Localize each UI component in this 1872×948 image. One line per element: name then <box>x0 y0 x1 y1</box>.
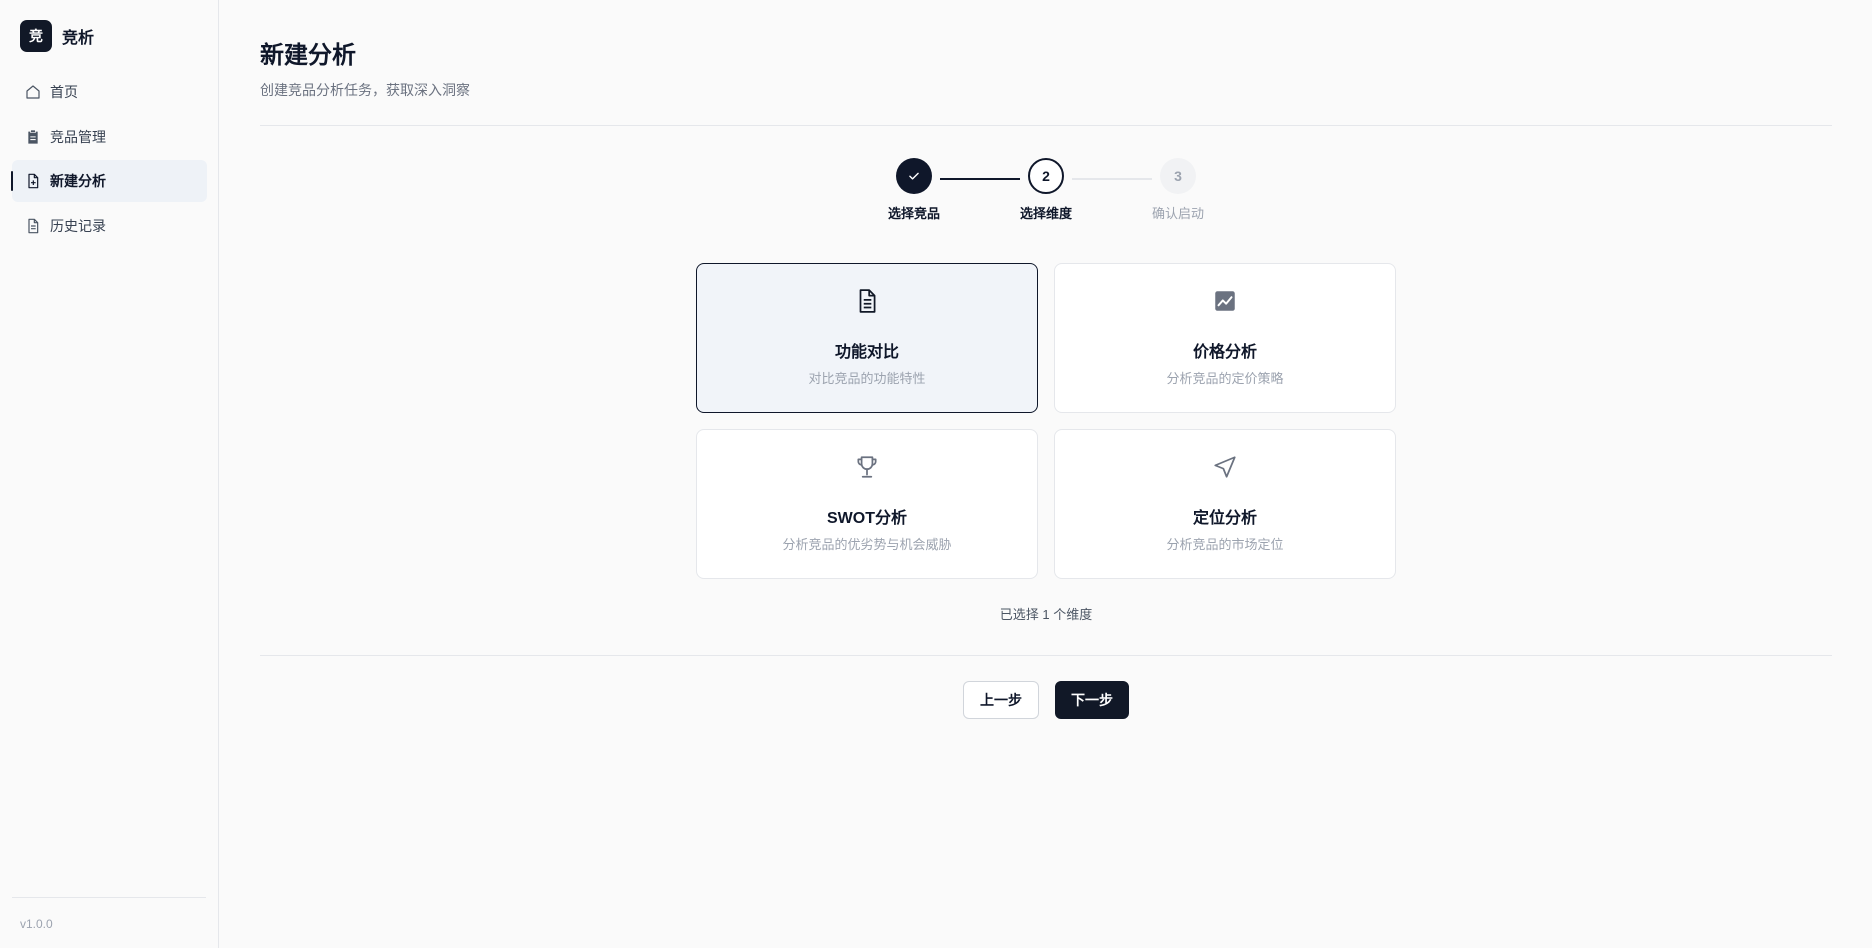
sidebar-item-home[interactable]: 首页 <box>12 71 207 113</box>
trophy-icon <box>854 454 880 480</box>
sidebar: 竞 竞析 首页 竞品管理 新建分析 历史记录 v1.0.0 <box>0 0 219 948</box>
home-icon <box>25 84 41 100</box>
dimension-card-price-analysis[interactable]: 价格分析 分析竞品的定价策略 <box>1054 263 1396 413</box>
sidebar-item-label: 新建分析 <box>50 173 106 189</box>
brand-name: 竞析 <box>62 30 95 47</box>
check-icon <box>909 172 919 180</box>
step-number: 3 <box>1160 158 1196 194</box>
next-step-button[interactable]: 下一步 <box>1055 681 1129 719</box>
sidebar-item-new-analysis[interactable]: 新建分析 <box>11 160 207 202</box>
step-confirm-launch: 3 确认启动 <box>1133 158 1223 222</box>
navigation-icon <box>1212 454 1238 480</box>
selection-count: 已选择 1 个维度 <box>999 607 1093 622</box>
step-complete-circle <box>896 158 932 194</box>
sidebar-item-label: 竞品管理 <box>50 128 106 145</box>
sidebar-item-label: 首页 <box>50 84 78 100</box>
card-title: 功能对比 <box>834 344 899 361</box>
sidebar-divider <box>12 897 206 898</box>
dimension-card-feature-comparison[interactable]: 功能对比 对比竞品的功能特性 <box>696 263 1038 413</box>
card-title: SWOT分析 <box>827 510 907 527</box>
app-version: v1.0.0 <box>20 917 53 931</box>
clipboard-icon <box>25 129 41 145</box>
card-title: 价格分析 <box>1192 344 1257 361</box>
step-select-competitors: 选择竞品 <box>869 158 959 222</box>
file-plus-icon <box>25 173 41 189</box>
brand-logo: 竞 <box>20 20 52 52</box>
page-subtitle: 创建竞品分析任务，获取深入洞察 <box>260 82 470 98</box>
step-number: 2 <box>1028 158 1064 194</box>
main-content: 新建分析 创建竞品分析任务，获取深入洞察 选择竞品 2 选择维度 3 确认启动 … <box>220 0 1872 948</box>
sidebar-nav: 首页 竞品管理 新建分析 历史记录 <box>11 71 207 249</box>
dimension-card-positioning-analysis[interactable]: 定位分析 分析竞品的市场定位 <box>1054 429 1396 579</box>
card-description: 分析竞品的市场定位 <box>1166 537 1284 552</box>
footer-divider <box>260 655 1832 656</box>
step-select-dimensions: 2 选择维度 <box>1001 158 1091 222</box>
step-label: 选择竞品 <box>887 206 940 221</box>
page-title: 新建分析 <box>260 42 356 69</box>
header-divider <box>260 125 1832 126</box>
chart-icon <box>1212 288 1238 314</box>
step-label: 确认启动 <box>1151 206 1204 221</box>
card-description: 对比竞品的功能特性 <box>808 371 926 386</box>
document-icon <box>854 288 880 314</box>
file-text-icon <box>25 218 41 234</box>
card-description: 分析竞品的定价策略 <box>1166 371 1284 386</box>
dimension-card-swot-analysis[interactable]: SWOT分析 分析竞品的优劣势与机会威胁 <box>696 429 1038 579</box>
step-label: 选择维度 <box>1019 206 1072 221</box>
sidebar-item-competitors[interactable]: 竞品管理 <box>12 116 207 158</box>
previous-step-button[interactable]: 上一步 <box>963 681 1039 719</box>
sidebar-item-history[interactable]: 历史记录 <box>12 205 207 247</box>
card-title: 定位分析 <box>1192 510 1257 527</box>
sidebar-item-label: 历史记录 <box>50 217 106 234</box>
brand[interactable]: 竞 竞析 <box>20 20 94 52</box>
card-description: 分析竞品的优劣势与机会威胁 <box>782 537 952 552</box>
